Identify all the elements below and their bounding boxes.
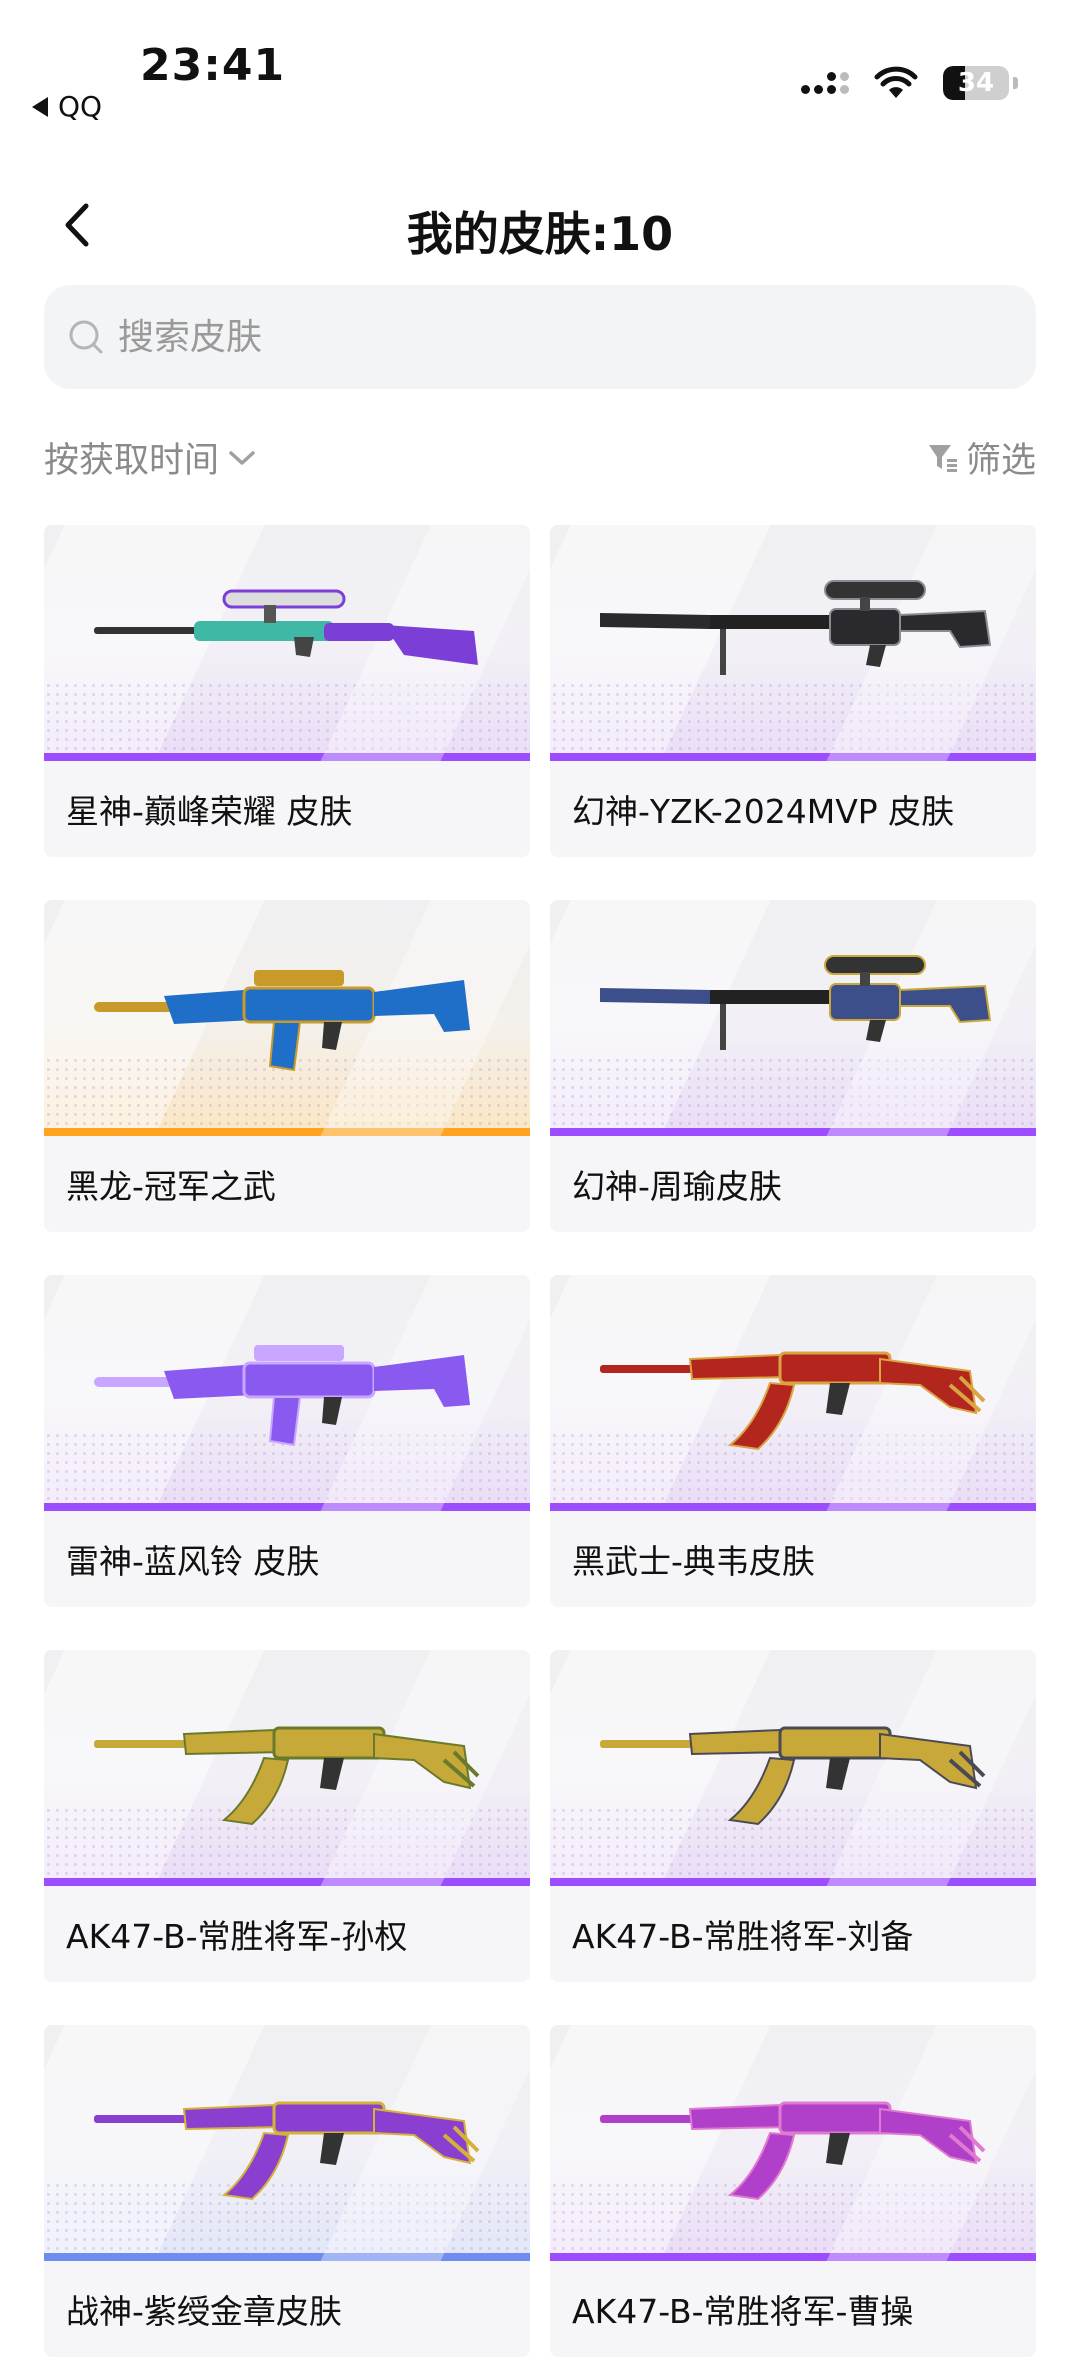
skin-image [44, 1275, 530, 1511]
skin-name: AK47-B-常胜将军-曹操 [550, 2261, 1036, 2357]
back-to-app-link[interactable]: QQ [32, 90, 102, 123]
skin-image [550, 1650, 1036, 1886]
status-time: 23:41 [140, 40, 286, 91]
rarity-bar [550, 1503, 1036, 1511]
weapon-image [94, 589, 478, 665]
skin-name: 幻神-YZK-2024MVP 皮肤 [550, 761, 1036, 857]
skin-card[interactable]: AK47-B-常胜将军-孙权 [44, 1650, 530, 1982]
skin-name: AK47-B-常胜将军-孙权 [44, 1886, 530, 1982]
filter-label: 筛选 [965, 441, 1036, 481]
skin-card[interactable]: 雷神-蓝风铃 皮肤 [44, 1275, 530, 1607]
skin-card[interactable]: 战神-紫绶金章皮肤 [44, 2025, 530, 2357]
skin-image [44, 1650, 530, 1886]
skin-name: AK47-B-常胜将军-刘备 [550, 1886, 1036, 1982]
skin-card[interactable]: 黑武士-典韦皮肤 [550, 1275, 1036, 1607]
wifi-icon [874, 66, 918, 98]
rarity-bar [550, 753, 1036, 761]
weapon-image [600, 2101, 986, 2201]
weapon-image [600, 1351, 986, 1451]
skin-image [44, 2025, 530, 2261]
skin-card[interactable]: 星神-巅峰荣耀 皮肤 [44, 525, 530, 857]
skin-name: 星神-巅峰荣耀 皮肤 [44, 761, 530, 857]
filter-button[interactable]: 筛选 [926, 432, 1036, 483]
skin-image [550, 525, 1036, 761]
rarity-bar [550, 1878, 1036, 1886]
skin-name: 黑龙-冠军之武 [44, 1136, 530, 1232]
rarity-bar [44, 2253, 530, 2261]
battery-level: 34 [957, 68, 995, 98]
rarity-bar [44, 1128, 530, 1136]
weapon-image [94, 1726, 480, 1826]
back-app-label: QQ [58, 90, 103, 123]
search-bar[interactable] [44, 285, 1036, 389]
skin-card[interactable]: AK47-B-常胜将军-曹操 [550, 2025, 1036, 2357]
weapon-image [600, 955, 992, 1050]
chevron-down-icon [229, 450, 255, 465]
search-icon [69, 320, 103, 354]
skin-card[interactable]: 黑龙-冠军之武 [44, 900, 530, 1232]
sort-dropdown[interactable]: 按获取时间 [44, 432, 257, 483]
rarity-bar [44, 1503, 530, 1511]
battery-icon: 34 [943, 66, 1018, 100]
skin-image [550, 2025, 1036, 2261]
search-input[interactable] [116, 315, 970, 359]
status-bar: 23:41 QQ 34 [0, 0, 1080, 130]
skin-card[interactable]: AK47-B-常胜将军-刘备 [550, 1650, 1036, 1982]
skin-card[interactable]: 幻神-周瑜皮肤 [550, 900, 1036, 1232]
sort-label: 按获取时间 [44, 441, 220, 481]
back-triangle-icon [32, 96, 48, 117]
rarity-bar [44, 753, 530, 761]
skin-image [550, 900, 1036, 1136]
weapon-image [94, 1345, 470, 1447]
skin-name: 雷神-蓝风铃 皮肤 [44, 1511, 530, 1607]
cellular-signal-icon [801, 72, 849, 94]
weapon-image [600, 580, 992, 675]
filter-icon [928, 444, 957, 472]
rarity-bar [550, 1128, 1036, 1136]
skin-name: 黑武士-典韦皮肤 [550, 1511, 1036, 1607]
page-title: 我的皮肤:10 [406, 207, 674, 261]
skin-card[interactable]: 幻神-YZK-2024MVP 皮肤 [550, 525, 1036, 857]
page-header: 我的皮肤:10 [0, 180, 1080, 270]
rarity-bar [44, 1878, 530, 1886]
skin-name: 战神-紫绶金章皮肤 [44, 2261, 530, 2357]
skin-image [550, 1275, 1036, 1511]
weapon-image [94, 970, 470, 1072]
skin-image [44, 525, 530, 761]
skin-grid: 星神-巅峰荣耀 皮肤 幻神-YZK-2024MVP 皮肤 黑龙-冠军之武 幻神-… [44, 525, 1036, 2357]
skin-name: 幻神-周瑜皮肤 [550, 1136, 1036, 1232]
skin-image [44, 900, 530, 1136]
status-icons: 34 [801, 66, 1018, 100]
weapon-image [600, 1726, 986, 1826]
weapon-image [94, 2101, 480, 2201]
rarity-bar [550, 2253, 1036, 2261]
